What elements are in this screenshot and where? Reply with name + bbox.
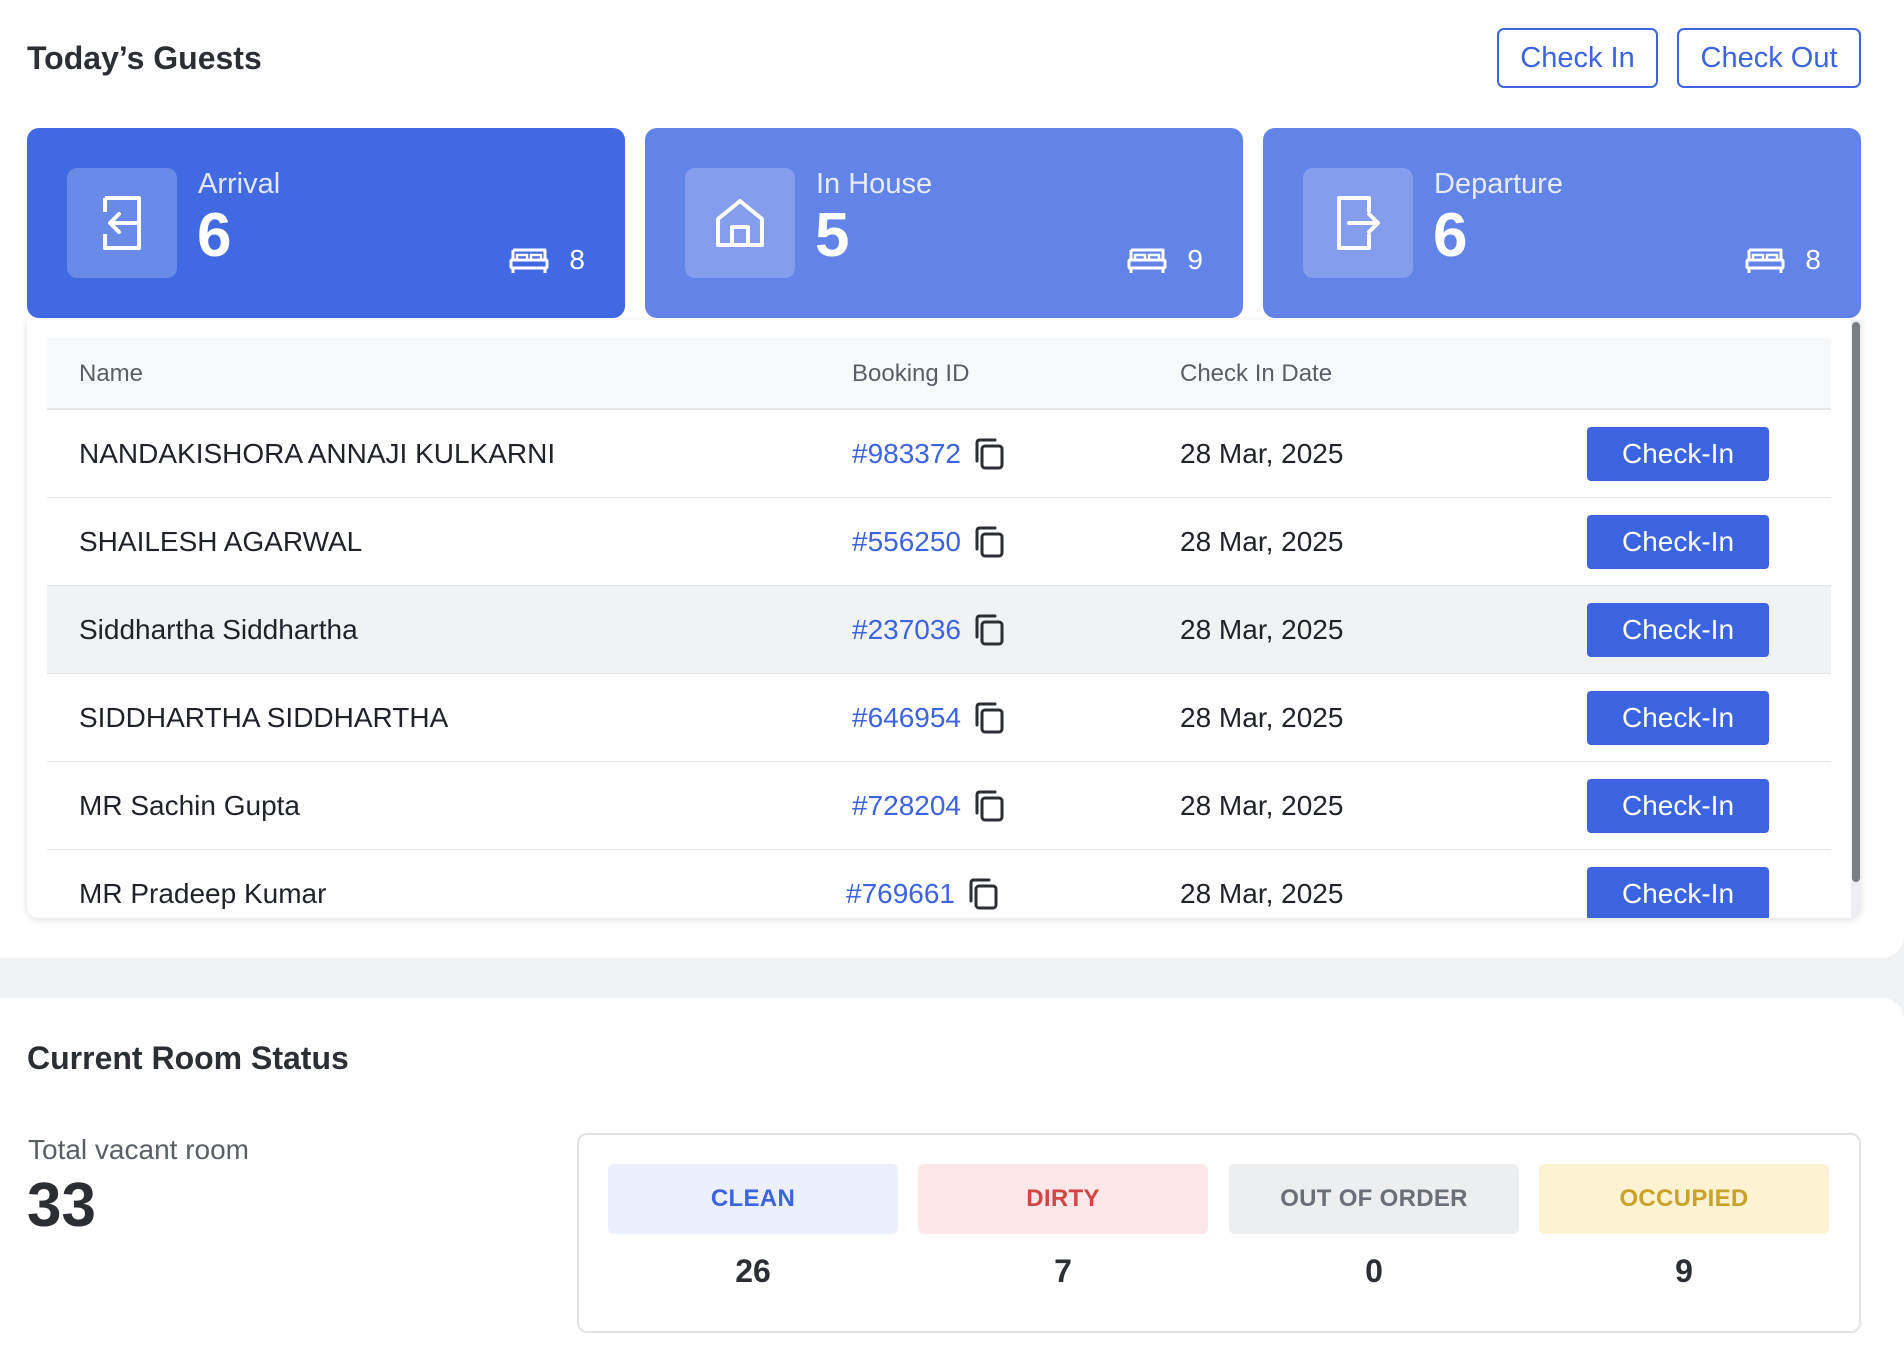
guest-name: MR Sachin Gupta: [79, 790, 300, 821]
header-check-in-date: Check In Date: [1180, 360, 1333, 387]
status-occupied-value: 9: [1675, 1253, 1693, 1289]
in-house-rooms: 9: [1127, 244, 1203, 276]
departure-room-count: 8: [1805, 244, 1821, 275]
arrival-count: 6: [197, 201, 232, 270]
check-in-date: 28 Mar, 2025: [1180, 702, 1344, 733]
booking-id-link[interactable]: #983372: [852, 438, 961, 470]
booking-id-link[interactable]: #769661: [846, 878, 955, 910]
check-in-date: 28 Mar, 2025: [1180, 790, 1344, 821]
copy-icon[interactable]: [973, 789, 1005, 823]
booking-id-link[interactable]: #556250: [852, 526, 961, 558]
vacant-room-count: 33: [27, 1171, 96, 1240]
copy-icon[interactable]: [973, 701, 1005, 735]
table-header: Name Booking ID Check In Date: [47, 338, 1831, 410]
in-house-card[interactable]: In House 5 9: [645, 128, 1243, 318]
in-house-label: In House: [816, 168, 933, 200]
copy-icon[interactable]: [967, 877, 999, 911]
copy-icon[interactable]: [973, 525, 1005, 559]
departure-count: 6: [1433, 201, 1468, 270]
check-out-button[interactable]: Check Out: [1677, 28, 1861, 88]
table-row[interactable]: Siddhartha Siddhartha #237036 28 Mar, 20…: [47, 586, 1831, 674]
status-out-of-order-value: 0: [1365, 1253, 1383, 1289]
row-check-in-button[interactable]: Check-In: [1587, 867, 1769, 918]
room-status-title: Current Room Status: [27, 1040, 349, 1076]
departure-card[interactable]: Departure 6 8: [1263, 128, 1861, 318]
status-dirty-pill[interactable]: DIRTY: [918, 1164, 1208, 1234]
booking-id-link[interactable]: #728204: [852, 790, 961, 822]
check-in-date: 28 Mar, 2025: [1180, 614, 1344, 645]
bed-icon: [1745, 248, 1785, 273]
booking-id-cell[interactable]: #728204: [852, 762, 1005, 850]
table-scrollbar[interactable]: [1851, 320, 1861, 918]
status-occupied-pill[interactable]: OCCUPIED: [1539, 1164, 1829, 1234]
header-booking-id: Booking ID: [852, 360, 970, 387]
arrival-label: Arrival: [198, 168, 281, 200]
row-check-in-button[interactable]: Check-In: [1587, 427, 1769, 481]
todays-guests-title: Today’s Guests: [27, 40, 262, 76]
booking-id-link[interactable]: #237036: [852, 614, 961, 646]
status-clean-value: 26: [735, 1253, 771, 1289]
booking-id-link[interactable]: #646954: [852, 702, 961, 734]
guest-name: SIDDHARTHA SIDDHARTHA: [79, 702, 449, 733]
table-row[interactable]: MR Pradeep Kumar #769661 28 Mar, 2025 Ch…: [47, 850, 1831, 918]
copy-icon[interactable]: [973, 613, 1005, 647]
departure-icon-box: [1303, 168, 1413, 278]
departure-rooms: 8: [1745, 244, 1821, 276]
status-dirty-value: 7: [1054, 1253, 1072, 1289]
guest-name: Siddhartha Siddhartha: [79, 614, 358, 645]
arrival-rooms: 8: [509, 244, 585, 276]
vacant-room-label: Total vacant room: [28, 1134, 249, 1165]
guest-name: SHAILESH AGARWAL: [79, 526, 363, 557]
bed-icon: [1127, 248, 1167, 273]
in-house-count: 5: [815, 201, 850, 270]
row-check-in-button[interactable]: Check-In: [1587, 603, 1769, 657]
table-row[interactable]: SHAILESH AGARWAL #556250 28 Mar, 2025 Ch…: [47, 498, 1831, 586]
copy-icon[interactable]: [973, 437, 1005, 471]
in-house-room-count: 9: [1187, 244, 1203, 275]
departure-label: Departure: [1434, 168, 1563, 200]
arrow-enter-icon: [103, 196, 141, 250]
guest-name: MR Pradeep Kumar: [79, 878, 327, 909]
table-row[interactable]: NANDAKISHORA ANNAJI KULKARNI #983372 28 …: [47, 410, 1831, 498]
bed-icon: [509, 248, 549, 273]
room-status-summary: CLEAN 26 DIRTY 7 OUT OF ORDER 0 OCCUPIED…: [577, 1133, 1861, 1333]
check-in-button[interactable]: Check In: [1497, 28, 1658, 88]
status-clean-pill[interactable]: CLEAN: [608, 1164, 898, 1234]
booking-id-cell[interactable]: #237036: [852, 586, 1005, 674]
todays-guests-panel: Today’s Guests Check In Check Out Arriva…: [0, 0, 1904, 958]
arrival-icon-box: [67, 168, 177, 278]
booking-id-cell[interactable]: #646954: [852, 674, 1005, 762]
table-row[interactable]: SIDDHARTHA SIDDHARTHA #646954 28 Mar, 20…: [47, 674, 1831, 762]
header-name: Name: [79, 360, 144, 387]
arrow-exit-icon: [1337, 196, 1380, 250]
arrival-room-count: 8: [569, 244, 585, 275]
guest-table[interactable]: Name Booking ID Check In Date NANDAKISHO…: [27, 320, 1861, 918]
arrival-card[interactable]: Arrival 6 8: [27, 128, 625, 318]
booking-id-cell[interactable]: #556250: [852, 498, 1005, 586]
in-house-icon-box: [685, 168, 795, 278]
check-in-date: 28 Mar, 2025: [1180, 878, 1344, 909]
booking-id-cell[interactable]: #769661: [846, 850, 999, 918]
scrollbar-thumb[interactable]: [1852, 322, 1860, 882]
booking-id-cell[interactable]: #983372: [852, 410, 1005, 498]
row-check-in-button[interactable]: Check-In: [1587, 779, 1769, 833]
row-check-in-button[interactable]: Check-In: [1587, 515, 1769, 569]
status-out-of-order-pill[interactable]: OUT OF ORDER: [1229, 1164, 1519, 1234]
check-in-date: 28 Mar, 2025: [1180, 438, 1344, 469]
guest-name: NANDAKISHORA ANNAJI KULKARNI: [79, 438, 556, 469]
check-in-date: 28 Mar, 2025: [1180, 526, 1344, 557]
house-icon: [716, 199, 764, 247]
row-check-in-button[interactable]: Check-In: [1587, 691, 1769, 745]
table-row[interactable]: MR Sachin Gupta #728204 28 Mar, 2025 Che…: [47, 762, 1831, 850]
